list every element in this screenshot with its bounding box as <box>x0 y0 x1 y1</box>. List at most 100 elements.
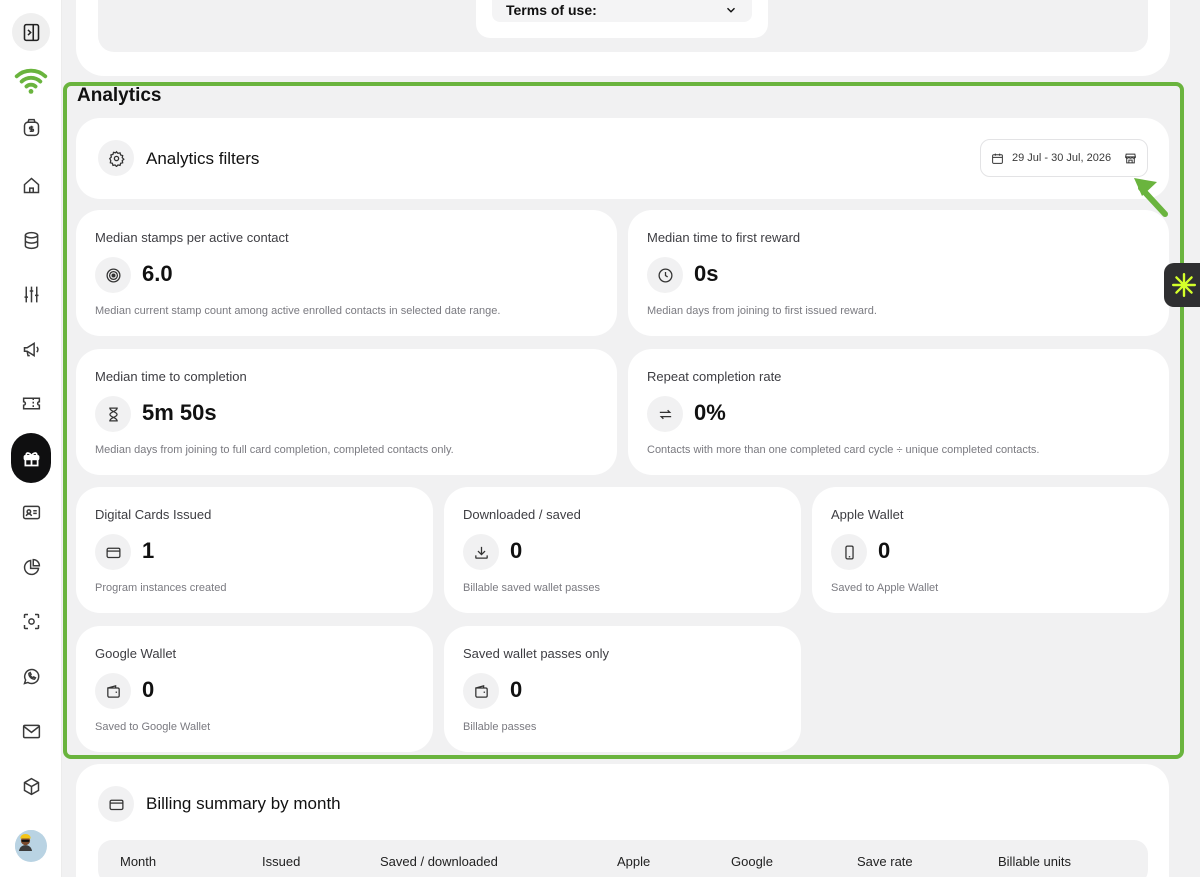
sidebar-item-home[interactable] <box>11 165 51 205</box>
money-bag-icon <box>23 118 39 136</box>
column-header-issued[interactable]: Issued <box>262 854 300 869</box>
metric-description: Program instances created <box>95 582 227 594</box>
hourglass-icon <box>108 406 118 422</box>
sidebar-item-products[interactable] <box>11 766 51 806</box>
id-card-icon <box>22 505 40 519</box>
metric-card-cards-issued: Digital Cards Issued 1 Program instances… <box>76 487 433 613</box>
metric-card-google-wallet: Google Wallet 0 Saved to Google Wallet <box>76 626 433 752</box>
metric-description: Median current stamp count among active … <box>95 305 501 317</box>
download-icon <box>474 546 488 559</box>
gear-icon <box>108 150 125 167</box>
metric-description: Saved to Google Wallet <box>95 721 211 733</box>
metric-value: 0s <box>694 261 719 286</box>
sidebar-item-database[interactable] <box>11 220 51 260</box>
wallet-icon <box>474 684 488 698</box>
column-header-google[interactable]: Google <box>731 854 773 869</box>
metric-label: Downloaded / saved <box>463 507 581 522</box>
metric-card-apple-wallet: Apple Wallet 0 Saved to Apple Wallet <box>812 487 1169 613</box>
wallet-icon <box>106 684 120 698</box>
metric-value: 0% <box>694 400 726 425</box>
avatar-icon <box>15 830 36 851</box>
scan-icon <box>23 613 39 629</box>
mail-icon <box>22 724 40 738</box>
gift-icon <box>23 451 39 466</box>
column-header-month[interactable]: Month <box>120 854 156 869</box>
metric-description: Contacts with more than one completed ca… <box>647 444 1040 456</box>
database-icon <box>24 231 38 249</box>
metric-icon-wrap <box>95 396 131 432</box>
metric-card-saved-passes: Saved wallet passes only 0 Billable pass… <box>444 626 801 752</box>
analytics-title: Analytics <box>77 85 162 106</box>
metric-description: Billable passes <box>463 721 537 733</box>
sidebar-item-adjustments[interactable] <box>11 274 51 314</box>
date-range-picker[interactable]: 29 Jul - 30 Jul, 2026 <box>980 139 1148 177</box>
column-header-save-rate[interactable]: Save rate <box>857 854 913 869</box>
sidebar-item-mail[interactable] <box>11 711 51 751</box>
panel-right-icon <box>23 23 39 41</box>
chevron-down-icon <box>727 7 735 13</box>
metric-value: 0 <box>142 677 155 702</box>
metric-icon-wrap <box>831 534 867 570</box>
analytics-filters-card: Analytics filters 29 Jul - 30 Jul, 2026 <box>76 118 1169 199</box>
metric-icon-wrap <box>95 534 131 570</box>
billing-summary-card: Billing summary by month Month Issued Sa… <box>76 764 1169 877</box>
metric-card-median-stamps: Median stamps per active contact 6.0 Med… <box>76 210 617 336</box>
billing-table-header: Month Issued Saved / downloaded Apple Go… <box>98 840 1148 877</box>
column-header-billable-units[interactable]: Billable units <box>998 854 1071 869</box>
sidebar-item-campaigns[interactable] <box>11 329 51 369</box>
metric-card-repeat-completion: Repeat completion rate 0% Contacts with … <box>628 349 1169 475</box>
metric-value: 0 <box>878 538 891 563</box>
main-content: Terms of use: Analytics Analytics filter… <box>62 0 1200 877</box>
home-icon <box>23 177 39 193</box>
sidebar-item-whatsapp[interactable] <box>11 656 51 696</box>
metric-label: Median time to completion <box>95 369 247 384</box>
metric-label: Saved wallet passes only <box>463 646 609 661</box>
metric-label: Median time to first reward <box>647 230 801 245</box>
sidebar-item-contacts[interactable] <box>11 492 51 532</box>
calendar-icon <box>992 153 1003 164</box>
terms-panel: Terms of use: <box>98 0 1148 52</box>
column-header-apple[interactable]: Apple <box>617 854 650 869</box>
card-icon <box>105 547 121 558</box>
metric-description: Billable saved wallet passes <box>463 582 600 594</box>
metric-icon-wrap <box>463 534 499 570</box>
pie-chart-icon <box>23 558 40 575</box>
sidebar-item-money[interactable] <box>11 107 51 147</box>
metric-icon-wrap <box>95 257 131 293</box>
metric-label: Digital Cards Issued <box>95 507 212 522</box>
column-header-saved[interactable]: Saved / downloaded <box>380 854 498 869</box>
metric-icon-wrap <box>647 257 683 293</box>
store-icon[interactable] <box>1124 152 1137 165</box>
repeat-icon <box>659 409 671 419</box>
metric-description: Median days from joining to full card co… <box>95 444 454 456</box>
ticket-icon <box>22 397 40 409</box>
sidebar-item-tickets[interactable] <box>11 383 51 423</box>
metric-value: 0 <box>510 677 523 702</box>
sidebar-item-profile[interactable] <box>11 826 51 866</box>
sidebar-item-reports[interactable] <box>11 547 51 587</box>
metric-description: Saved to Apple Wallet <box>831 582 939 594</box>
megaphone-icon <box>23 341 39 357</box>
metric-card-time-first-reward: Median time to first reward 0s Median da… <box>628 210 1169 336</box>
wifi-logo-icon <box>14 68 48 94</box>
terms-select-wrapper: Terms of use: <box>476 0 768 38</box>
box-icon <box>23 777 39 795</box>
sidebar-toggle-button[interactable] <box>12 13 50 51</box>
terms-of-use-label: Terms of use: <box>506 2 597 18</box>
sidebar-item-scan[interactable] <box>11 601 51 641</box>
clock-icon <box>657 267 673 283</box>
metric-label: Median stamps per active contact <box>95 230 289 245</box>
metric-label: Google Wallet <box>95 646 177 661</box>
metric-icon-wrap <box>95 673 131 709</box>
billing-icon-wrap <box>98 786 134 822</box>
brand-logo[interactable] <box>11 60 51 100</box>
metric-card-time-completion: Median time to completion 5m 50s Median … <box>76 349 617 475</box>
sidebar <box>0 0 62 877</box>
terms-of-use-select[interactable]: Terms of use: <box>492 0 752 22</box>
metric-icon-wrap <box>647 396 683 432</box>
help-widget-tab[interactable] <box>1164 263 1200 307</box>
sidebar-item-rewards[interactable] <box>11 433 51 483</box>
sliders-icon <box>24 286 38 302</box>
metric-description: Median days from joining to first issued… <box>647 305 877 317</box>
metric-icon-wrap <box>463 673 499 709</box>
